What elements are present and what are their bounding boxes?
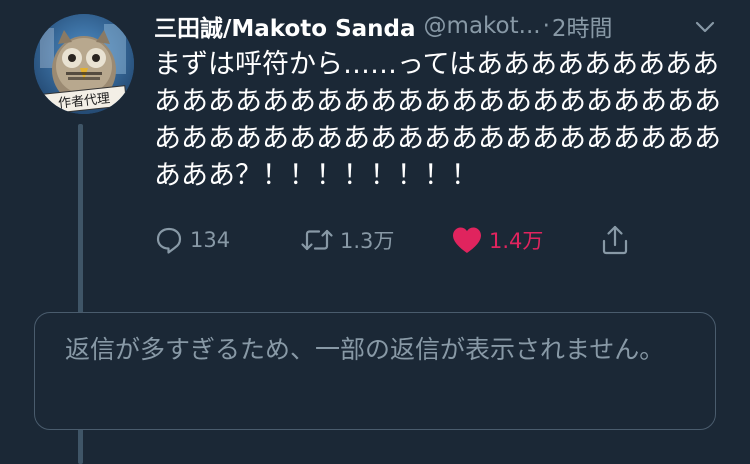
author-name[interactable]: 三田誠/Makoto Sanda <box>154 9 416 43</box>
heart-icon <box>451 225 483 255</box>
replies-limited-notice: 返信が多すぎるため、一部の返信が表示されません。 <box>34 312 716 430</box>
retweet-icon <box>300 225 334 255</box>
chevron-down-icon[interactable] <box>692 14 718 40</box>
tweet-text: まずは呼符から……ってはああああああああああああああああああああああああああああ… <box>154 49 721 191</box>
avatar[interactable]: 作者代理 <box>34 14 134 114</box>
notice-text: 返信が多すぎるため、一部の返信が表示されません。 <box>65 335 665 364</box>
share-icon <box>600 224 630 256</box>
author-handle[interactable]: @makot... <box>424 13 541 39</box>
retweet-button[interactable]: 1.3万 <box>300 220 394 260</box>
retweet-count: 1.3万 <box>340 229 395 253</box>
speech-bubble-icon <box>154 225 184 255</box>
tweet-timestamp[interactable]: 2時間 <box>552 9 613 43</box>
like-button[interactable]: 1.4万 <box>451 220 543 260</box>
share-button[interactable] <box>600 220 630 260</box>
reply-count: 134 <box>190 228 231 252</box>
like-count: 1.4万 <box>489 229 544 253</box>
tweet-header: 三田誠/Makoto Sanda @makot... · 2時間 <box>154 8 724 44</box>
reply-button[interactable]: 134 <box>154 220 230 260</box>
tweet-actions: 134 1.3万 1.4万 <box>154 220 714 260</box>
separator-dot: · <box>542 13 550 39</box>
